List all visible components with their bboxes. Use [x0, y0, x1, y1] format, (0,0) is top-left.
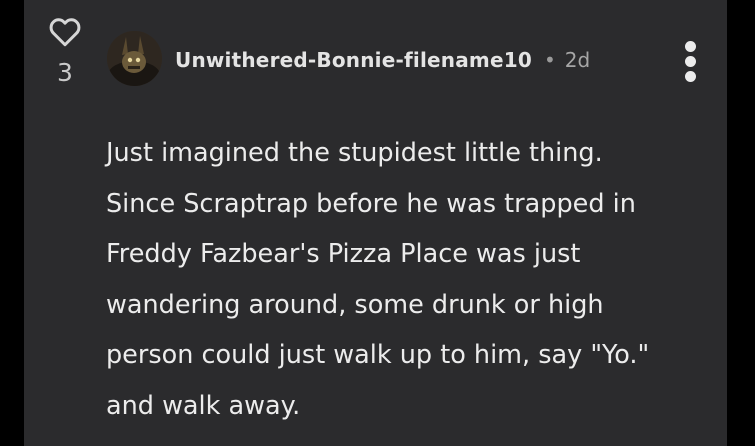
avatar-image	[107, 31, 162, 86]
more-dot	[684, 56, 696, 67]
comment-body: Just imagined the stupidest little thing…	[106, 128, 706, 431]
timestamp: 2d	[564, 48, 591, 72]
like-count: 3	[57, 58, 73, 87]
username-link[interactable]: Unwithered-Bonnie-filename10	[175, 48, 532, 72]
comment-line: Freddy Fazbear's Pizza Place was just	[106, 239, 581, 269]
user-avatar[interactable]	[107, 31, 162, 86]
like-control: 3	[40, 14, 90, 88]
heart-outline-icon[interactable]	[47, 14, 83, 50]
like-button[interactable]	[40, 14, 90, 50]
comment-line: wandering around, some drunk or high	[106, 289, 604, 320]
comment-line: person could just walk up to him, say "Y…	[106, 340, 650, 370]
more-dot	[684, 41, 696, 52]
comment-header: Unwithered-Bonnie-filename10 • 2d	[175, 45, 590, 75]
comment-line: Just imagined the stupidest little thing…	[106, 138, 603, 168]
comment-line: Since Scraptrap before he was trapped in	[106, 188, 636, 219]
comment-line: and walk away.	[106, 390, 301, 421]
vertical-ellipsis-icon[interactable]	[679, 41, 701, 83]
more-dot	[684, 71, 696, 82]
separator-dot: •	[543, 48, 556, 72]
